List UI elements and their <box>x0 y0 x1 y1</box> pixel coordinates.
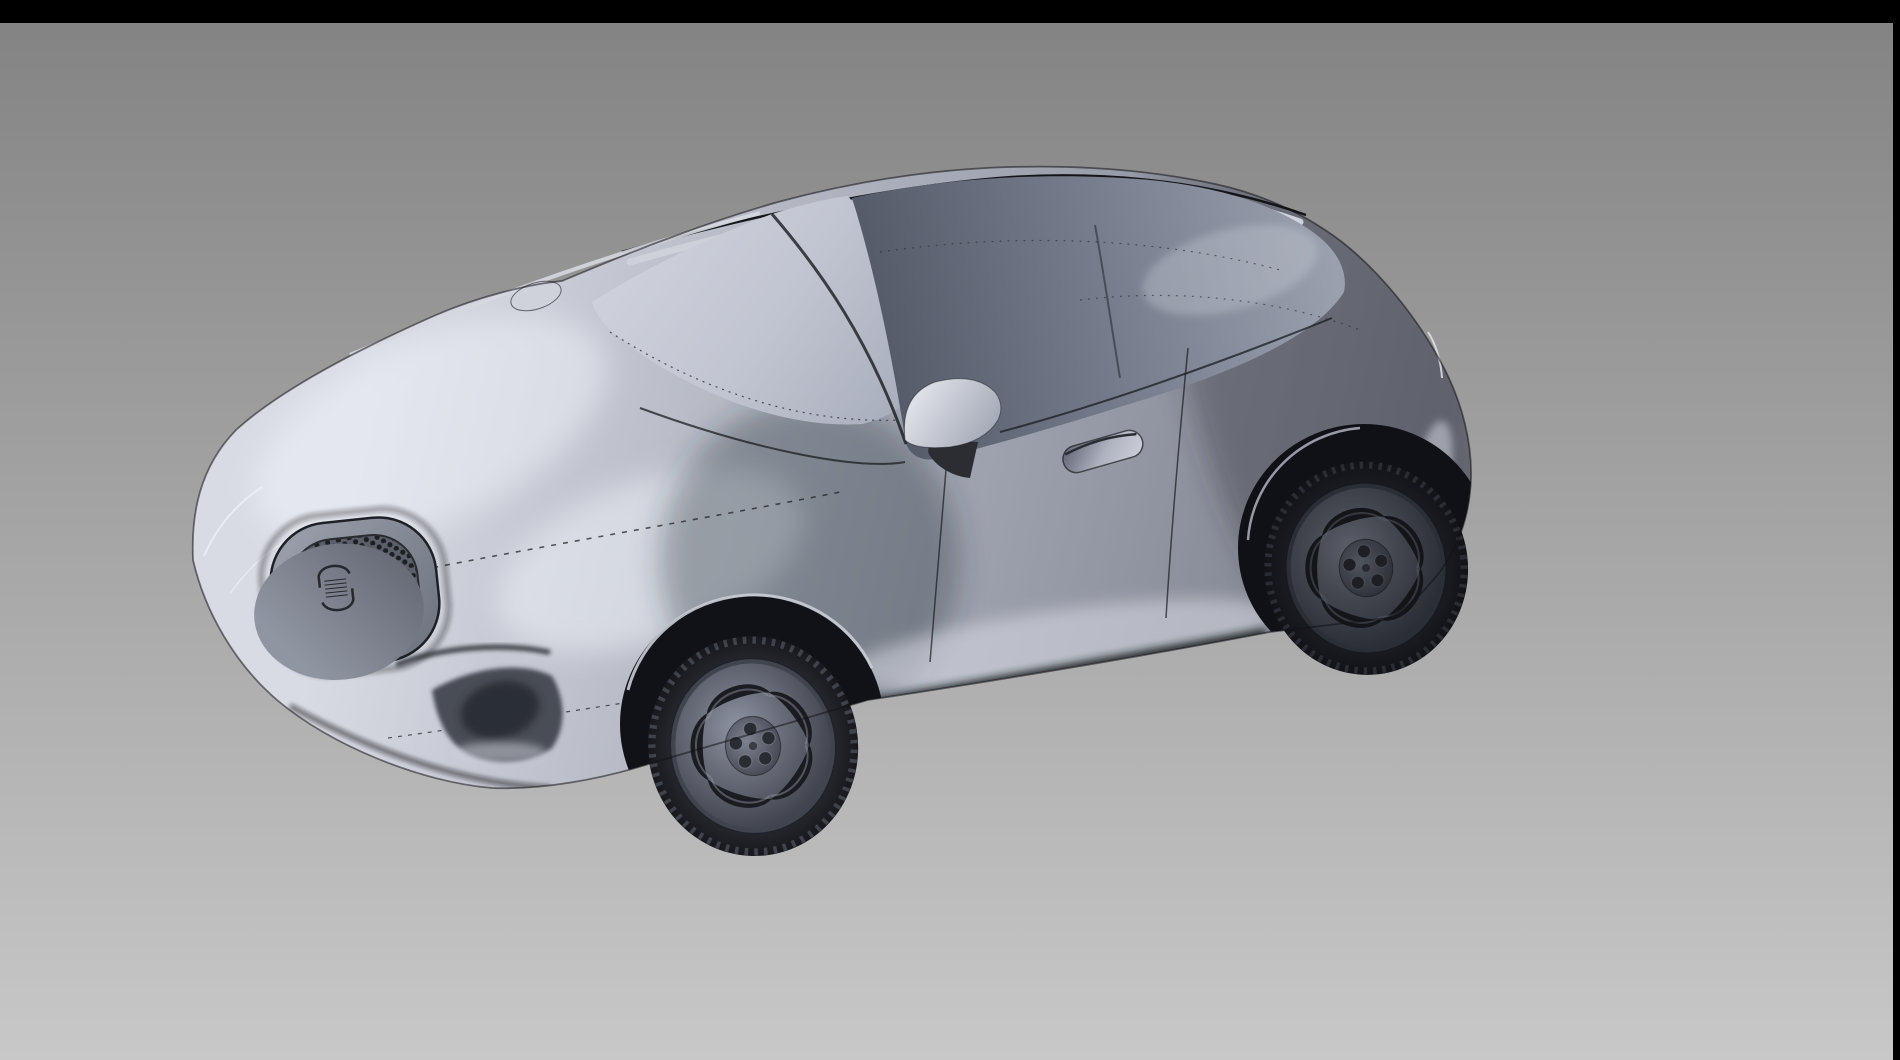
letterbox-top <box>0 0 1900 23</box>
render-stage <box>0 0 1900 1060</box>
viewport-3d[interactable] <box>0 0 1900 1060</box>
car-model <box>193 167 1490 872</box>
letterbox-right <box>1893 0 1900 1060</box>
